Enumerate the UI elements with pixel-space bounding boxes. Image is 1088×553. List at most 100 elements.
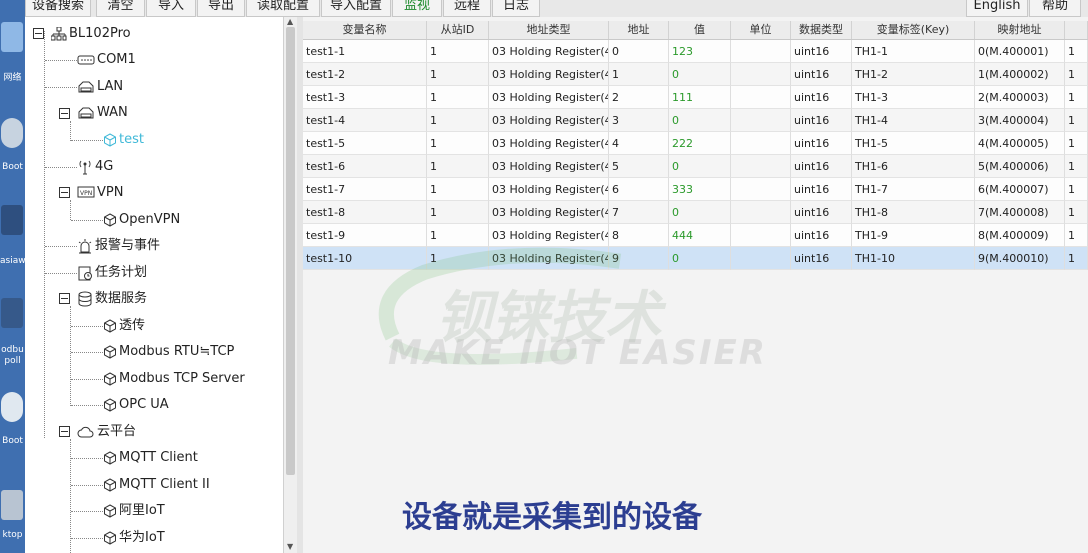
cell-extra: 1 [1065, 132, 1088, 155]
cell-address-type: 03 Holding Register(4x) [489, 40, 609, 63]
help-button[interactable]: 帮助 [1029, 0, 1081, 17]
tree-node-alarm[interactable]: 报警与事件 [77, 236, 160, 256]
tree-node-root[interactable]: BL102Pro [51, 24, 131, 44]
cell-name: test1-10 [303, 247, 427, 270]
tree-node-data-service[interactable]: 数据服务 [77, 289, 147, 309]
column-header-address-type[interactable]: 地址类型 [489, 21, 609, 39]
desktop-desktop-icon[interactable] [1, 490, 23, 520]
tree-scrollbar[interactable]: ▲ ▼ [283, 17, 298, 553]
tree-connector [44, 31, 45, 438]
tree-node-4g[interactable]: 4G [77, 157, 113, 177]
scroll-up-icon[interactable]: ▲ [287, 17, 293, 26]
cell-slave-id: 1 [427, 247, 489, 270]
table-row[interactable]: test1-10103 Holding Register(4x)90uint16… [303, 247, 1088, 270]
cell-slave-id: 1 [427, 132, 489, 155]
tree-node-wan[interactable]: WAN [77, 103, 128, 123]
export-button[interactable]: 导出 [197, 0, 245, 17]
scroll-down-icon[interactable]: ▼ [287, 542, 293, 551]
collapse-icon[interactable] [59, 187, 70, 198]
cell-slave-id: 1 [427, 109, 489, 132]
collapse-icon[interactable] [59, 426, 70, 437]
monitor-button[interactable]: 监视 [392, 0, 442, 17]
column-header-mapped-address[interactable]: 映射地址 [975, 21, 1065, 39]
cell-name: test1-2 [303, 63, 427, 86]
cell-data-type: uint16 [791, 178, 852, 201]
tree-connector [71, 352, 103, 353]
cell-extra: 1 [1065, 155, 1088, 178]
tree-node-aliyun-iot[interactable]: 阿里IoT [103, 501, 165, 521]
device-search-button[interactable]: 设备搜索 [25, 0, 91, 17]
tree-node-mqtt-client-2[interactable]: MQTT Client II [103, 475, 210, 495]
tree-node-lan[interactable]: LAN [77, 77, 123, 97]
tree-node-label: 云平台 [97, 424, 137, 439]
desktop-label: 网络 [3, 73, 22, 83]
variable-table: 变量名称 从站ID 地址类型 地址 值 单位 数据类型 变量标签(Key) 映射… [303, 17, 1088, 553]
tree-node-openvpn[interactable]: OpenVPN [103, 210, 180, 230]
cell-tag-key: TH1-9 [852, 224, 975, 247]
tree-node-test[interactable]: test [103, 130, 144, 150]
collapse-icon[interactable] [59, 108, 70, 119]
tree-connector [71, 379, 103, 380]
clear-button[interactable]: 清空 [96, 0, 145, 17]
tree-node-task[interactable]: 任务计划 [77, 263, 147, 283]
column-header-name[interactable]: 变量名称 [303, 21, 427, 39]
english-button[interactable]: English [966, 0, 1028, 17]
cell-name: test1-5 [303, 132, 427, 155]
cell-data-type: uint16 [791, 86, 852, 109]
table-row[interactable]: test1-3103 Holding Register(4x)2111uint1… [303, 86, 1088, 109]
column-header-address[interactable]: 地址 [609, 21, 669, 39]
cell-name: test1-9 [303, 224, 427, 247]
cell-mapped-address: 7(M.400008) [975, 201, 1065, 224]
network-desktop-icon[interactable] [1, 22, 23, 52]
tree-node-passthrough[interactable]: 透传 [103, 316, 145, 336]
tree-node-modbus-rtu-tcp[interactable]: Modbus RTU≒TCP [103, 342, 234, 362]
read-config-button[interactable]: 读取配置 [246, 0, 320, 17]
table-row[interactable]: test1-6103 Holding Register(4x)50uint16T… [303, 155, 1088, 178]
table-row[interactable]: test1-7103 Holding Register(4x)6333uint1… [303, 178, 1088, 201]
import-button[interactable]: 导入 [146, 0, 196, 17]
column-header-value[interactable]: 值 [669, 21, 731, 39]
table-row[interactable]: test1-4103 Holding Register(4x)30uint16T… [303, 109, 1088, 132]
cell-address: 1 [609, 63, 669, 86]
table-row[interactable]: test1-9103 Holding Register(4x)8444uint1… [303, 224, 1088, 247]
tree-node-cloud[interactable]: 云平台 [77, 422, 136, 442]
scrollbar-thumb[interactable] [286, 27, 295, 475]
desktop-label: Boot [2, 162, 23, 172]
column-header-data-type[interactable]: 数据类型 [791, 21, 852, 39]
tree-node-modbus-tcp-server[interactable]: Modbus TCP Server [103, 369, 245, 389]
table-row[interactable]: test1-2103 Holding Register(4x)10uint16T… [303, 63, 1088, 86]
tree-node-label: 数据服务 [95, 291, 148, 306]
cell-slave-id: 1 [427, 40, 489, 63]
cell-value: 0 [669, 155, 731, 178]
table-row[interactable]: test1-8103 Holding Register(4x)70uint16T… [303, 201, 1088, 224]
table-row[interactable]: test1-1103 Holding Register(4x)0123uint1… [303, 40, 1088, 63]
tree-node-mqtt-client[interactable]: MQTT Client [103, 448, 198, 468]
network-diagram-desktop-icon[interactable] [1, 205, 23, 235]
collapse-icon[interactable] [59, 293, 70, 304]
tree-connector [45, 246, 77, 247]
collapse-icon[interactable] [33, 28, 44, 39]
remote-button[interactable]: 远程 [443, 0, 491, 17]
tree-connector [70, 306, 71, 406]
table-row[interactable]: test1-5103 Holding Register(4x)4222uint1… [303, 132, 1088, 155]
tree-node-vpn[interactable]: VPN VPN [77, 183, 123, 203]
cell-mapped-address: 3(M.400004) [975, 109, 1065, 132]
tree-node-com1[interactable]: COM1 [77, 50, 136, 70]
cell-slave-id: 1 [427, 63, 489, 86]
column-header-unit[interactable]: 单位 [731, 21, 791, 39]
cell-extra: 1 [1065, 247, 1088, 270]
cell-address: 9 [609, 247, 669, 270]
import-config-button[interactable]: 导入配置 [321, 0, 391, 17]
tree-node-opc-ua[interactable]: OPC UA [103, 395, 169, 415]
boot-desktop-icon[interactable] [1, 118, 23, 148]
column-header-tag-key[interactable]: 变量标签(Key) [852, 21, 975, 39]
cell-mapped-address: 5(M.400006) [975, 155, 1065, 178]
boot-desktop-icon[interactable] [1, 392, 23, 422]
column-header-extra[interactable] [1065, 21, 1088, 39]
tree-node-huawei-iot[interactable]: 华为IoT [103, 528, 165, 548]
column-header-slave-id[interactable]: 从站ID [427, 21, 489, 39]
modbus-poll-desktop-icon[interactable] [1, 298, 23, 328]
desktop-label: asiaw [0, 256, 25, 266]
cell-address: 8 [609, 224, 669, 247]
log-button[interactable]: 日志 [492, 0, 540, 17]
